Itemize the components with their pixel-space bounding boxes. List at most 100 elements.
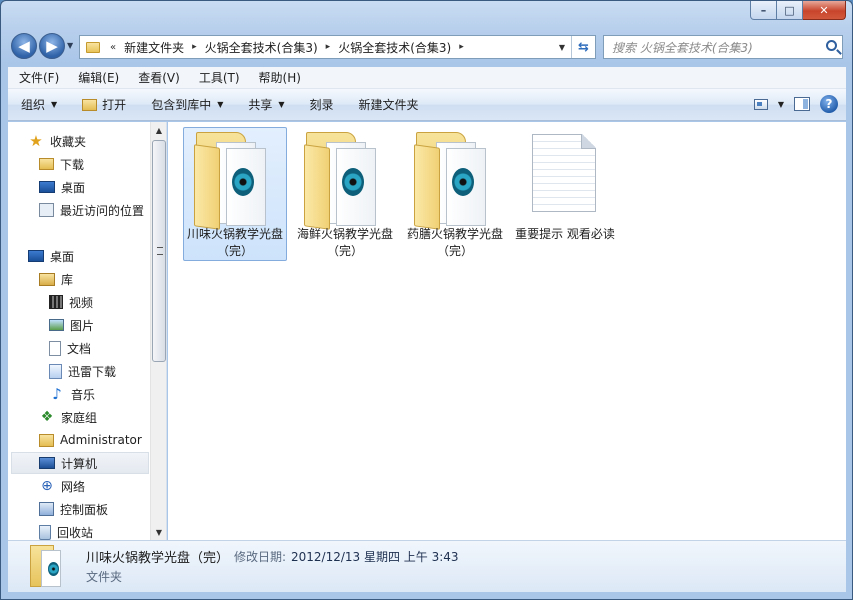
burn-button[interactable]: 刻录 [297, 96, 346, 113]
refresh-icon: ⇆ [578, 39, 589, 55]
organize-button[interactable]: 组织 ▼ [8, 96, 69, 113]
menu-bar: 文件(F) 编辑(E) 查看(V) 工具(T) 帮助(H) [8, 67, 846, 89]
recent-places-icon [39, 203, 54, 217]
maximize-button[interactable]: □ [777, 1, 803, 20]
folder-icon [86, 41, 100, 53]
recycle-bin-icon [39, 524, 51, 540]
new-folder-label: 新建文件夹 [358, 98, 419, 112]
nav-desktop[interactable]: 桌面 [28, 245, 166, 267]
nav-recent-places[interactable]: 最近访问的位置 [39, 199, 166, 221]
recent-pages-dropdown[interactable]: ▼ [67, 41, 73, 50]
minimize-button[interactable]: – [750, 1, 777, 20]
menu-tools[interactable]: 工具(T) [188, 69, 248, 86]
nav-label: 迅雷下载 [68, 364, 117, 379]
item-name: 重要提示 观看必读 [515, 227, 615, 241]
nav-libraries[interactable]: 库 [39, 268, 166, 290]
nav-label: 图片 [70, 318, 95, 333]
breadcrumb-item[interactable]: 火锅全套技术(合集3) [201, 39, 322, 56]
close-button[interactable]: ✕ [803, 1, 846, 20]
nav-label: 库 [61, 272, 74, 287]
burn-label: 刻录 [309, 98, 334, 112]
command-bar: 组织 ▼ 打开 包含到库中 ▼ 共享 ▼ 刻录 新建文件夹 ▼ ? [8, 89, 846, 121]
change-view-icon[interactable] [753, 98, 768, 110]
libraries-icon [39, 272, 55, 286]
open-button[interactable]: 打开 [69, 96, 138, 113]
nav-label: 桌面 [61, 180, 86, 195]
forward-button[interactable]: ▶ [39, 33, 65, 59]
nav-favorites[interactable]: ★ 收藏夹 [28, 130, 166, 152]
address-bar[interactable]: « 新建文件夹 ▸ 火锅全套技术(合集3) ▸ 火锅全套技术(合集3) ▸ ▼ … [79, 35, 596, 59]
scroll-up-icon[interactable]: ▲ [151, 122, 166, 138]
refresh-button[interactable]: ⇆ [571, 36, 595, 58]
open-label: 打开 [102, 98, 127, 112]
help-icon[interactable]: ? [820, 95, 838, 113]
folder-item[interactable]: 川味火锅教学光盘（完） [183, 127, 287, 261]
menu-help[interactable]: 帮助(H) [248, 69, 309, 86]
network-icon: ⊕ [41, 478, 53, 494]
explorer-window: – □ ✕ ◀ ▶ ▼ « 新建文件夹 ▸ 火锅全套技术(合集3) ▸ 火锅全套… [0, 0, 853, 600]
breadcrumb-separator[interactable]: ▸ [455, 42, 468, 52]
new-folder-button[interactable]: 新建文件夹 [346, 96, 431, 113]
folder-item[interactable]: 药膳火锅教学光盘（完） [403, 127, 507, 261]
view-options-dropdown-icon[interactable]: ▼ [778, 100, 784, 109]
nav-network[interactable]: ⊕ 网络 [39, 475, 166, 497]
nav-control-panel[interactable]: 控制面板 [39, 498, 166, 520]
file-item[interactable]: 重要提示 观看必读 [513, 127, 617, 261]
music-note-icon: ♪ [52, 385, 62, 403]
search-box[interactable]: 搜索 火锅全套技术(合集3) [603, 35, 843, 59]
open-folder-icon [82, 98, 98, 111]
nav-administrator[interactable]: Administrator [39, 429, 166, 451]
preview-pane-icon[interactable] [794, 97, 810, 111]
nav-label: 最近访问的位置 [60, 203, 145, 218]
breadcrumb-item[interactable]: 新建文件夹 [120, 39, 188, 56]
nav-homegroup[interactable]: ❖ 家庭组 [39, 406, 166, 428]
share-button[interactable]: 共享 ▼ [235, 96, 296, 113]
nav-label: 音乐 [71, 387, 96, 402]
scroll-thumb[interactable] [152, 140, 166, 362]
menu-edit[interactable]: 编辑(E) [67, 69, 127, 86]
address-dropdown-icon[interactable]: ▼ [559, 43, 565, 52]
folder-icon [194, 132, 270, 230]
item-name: 药膳火锅教学光盘（完） [406, 227, 503, 258]
back-button[interactable]: ◀ [11, 33, 37, 59]
nav-label: 视频 [69, 295, 94, 310]
nav-computer[interactable]: 计算机 [11, 452, 149, 474]
share-label: 共享 [248, 98, 273, 112]
desktop-icon [28, 250, 44, 262]
search-input[interactable]: 搜索 火锅全套技术(合集3) [612, 39, 753, 56]
details-name: 川味火锅教学光盘（完） [86, 551, 230, 566]
download-library-icon [49, 363, 62, 379]
nav-label: 网络 [61, 479, 86, 494]
nav-desktop-favorite[interactable]: 桌面 [39, 176, 166, 198]
details-type: 文件夹 [86, 570, 123, 584]
computer-icon [39, 457, 55, 469]
caption-buttons: – □ ✕ [750, 1, 846, 21]
nav-label: 回收站 [57, 525, 94, 540]
nav-downloads[interactable]: 下载 [39, 153, 166, 175]
navigation-row: ◀ ▶ ▼ « 新建文件夹 ▸ 火锅全套技术(合集3) ▸ 火锅全套技术(合集3… [1, 31, 852, 63]
nav-scrollbar[interactable]: ▲ ▼ [150, 122, 166, 540]
folder-icon [304, 132, 380, 230]
nav-label: 控制面板 [60, 502, 109, 517]
breadcrumb-item[interactable]: 火锅全套技术(合集3) [334, 39, 455, 56]
desktop-icon [39, 181, 55, 193]
menu-file[interactable]: 文件(F) [8, 69, 67, 86]
item-name: 川味火锅教学光盘（完） [186, 227, 283, 258]
organize-label: 组织 [21, 98, 46, 112]
file-list: 川味火锅教学光盘（完） 海鲜火锅教学光盘（完） 药膳火锅教学光盘（完） 重要提示… [168, 122, 846, 540]
navigation-pane: ★ 收藏夹 下载 桌面 最近访问的位置 桌面 库 视频 图片 文档 迅雷下载 ♪… [8, 122, 167, 540]
breadcrumb-separator[interactable]: ▸ [322, 42, 335, 52]
folder-item[interactable]: 海鲜火锅教学光盘（完） [293, 127, 397, 261]
nav-recycle-bin[interactable]: 回收站 [39, 521, 166, 540]
include-in-library-button[interactable]: 包含到库中 ▼ [138, 96, 235, 113]
folder-icon [30, 545, 66, 589]
back-arrow-icon: ◀ [18, 37, 30, 55]
view-controls: ▼ ? [753, 95, 838, 113]
breadcrumb-overflow[interactable]: « [106, 42, 120, 53]
nav-label: 文档 [67, 341, 92, 356]
search-icon[interactable] [826, 40, 837, 51]
breadcrumb-separator[interactable]: ▸ [188, 42, 201, 52]
menu-view[interactable]: 查看(V) [127, 69, 188, 86]
chevron-down-icon: ▼ [217, 100, 224, 109]
scroll-down-icon[interactable]: ▼ [151, 524, 166, 540]
